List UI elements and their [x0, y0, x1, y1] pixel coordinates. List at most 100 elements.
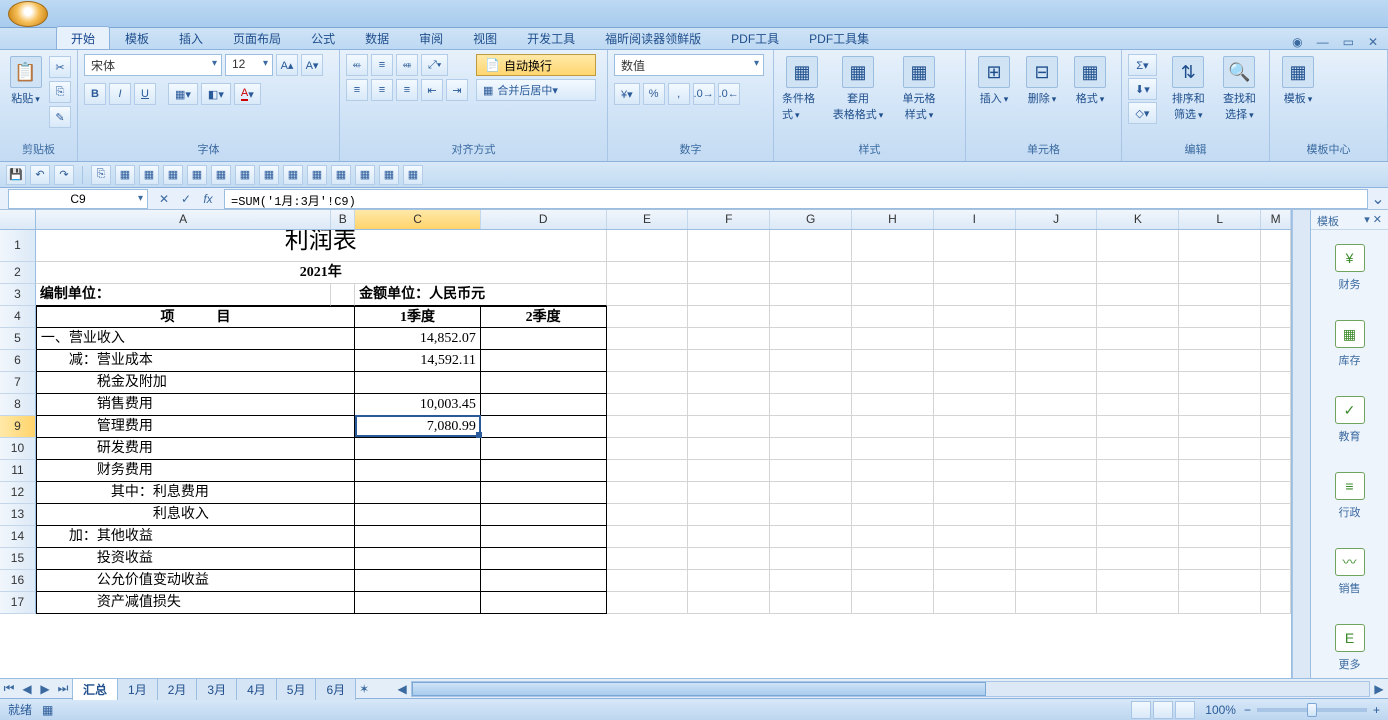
cell-F7[interactable] — [688, 372, 770, 394]
cell-J13[interactable] — [1016, 504, 1098, 526]
cell-L14[interactable] — [1179, 526, 1261, 548]
cell-H7[interactable] — [852, 372, 934, 394]
cell-C11[interactable] — [355, 460, 481, 482]
orientation-button[interactable]: ⤢▾ — [421, 54, 448, 76]
cell-G5[interactable] — [770, 328, 852, 350]
view-normal-button[interactable] — [1131, 701, 1151, 719]
cell-I16[interactable] — [934, 570, 1016, 592]
cell-D12[interactable] — [481, 482, 607, 504]
cell-H6[interactable] — [852, 350, 934, 372]
cell-M4[interactable] — [1261, 306, 1291, 328]
cell-G6[interactable] — [770, 350, 852, 372]
cell-H14[interactable] — [852, 526, 934, 548]
cell-L9[interactable] — [1179, 416, 1261, 438]
cell-I4[interactable] — [934, 306, 1016, 328]
name-box[interactable]: C9 — [8, 189, 148, 209]
cell-D15[interactable] — [481, 548, 607, 570]
tab-插入[interactable]: 插入 — [164, 26, 218, 49]
column-header-H[interactable]: H — [852, 210, 934, 229]
cell-C15[interactable] — [355, 548, 481, 570]
cell-E7[interactable] — [607, 372, 689, 394]
wrap-text-button[interactable]: 📄 自动换行 — [476, 54, 596, 76]
qat-btn-7[interactable]: ▦ — [235, 165, 255, 185]
indent-increase-button[interactable]: ⇥ — [446, 79, 468, 101]
cell-M5[interactable] — [1261, 328, 1291, 350]
column-header-L[interactable]: L — [1179, 210, 1261, 229]
cell-styles-button[interactable]: ▦单元格 样式 — [892, 54, 946, 124]
comma-button[interactable]: , — [668, 83, 690, 105]
cell-H17[interactable] — [852, 592, 934, 614]
template-item-更多[interactable]: E更多 — [1311, 610, 1388, 686]
cell-K5[interactable] — [1097, 328, 1179, 350]
cell-M17[interactable] — [1261, 592, 1291, 614]
cell-M8[interactable] — [1261, 394, 1291, 416]
border-button[interactable]: ▦▾ — [168, 83, 198, 105]
cell-F5[interactable] — [688, 328, 770, 350]
cell-A12[interactable]: 其中：利息费用 — [36, 482, 355, 504]
cell-E11[interactable] — [607, 460, 689, 482]
bold-button[interactable]: B — [84, 83, 106, 105]
paste-button[interactable]: 📋 粘贴 — [6, 54, 45, 108]
cell-M14[interactable] — [1261, 526, 1291, 548]
sheet-nav-next[interactable]: ▶ — [36, 682, 54, 696]
cancel-formula-icon[interactable]: ✕ — [154, 189, 174, 209]
cell-H13[interactable] — [852, 504, 934, 526]
cell-A5[interactable]: 一、营业收入 — [36, 328, 355, 350]
cell-D7[interactable] — [481, 372, 607, 394]
tab-福昕阅读器领鲜版[interactable]: 福昕阅读器领鲜版 — [590, 26, 716, 49]
cell-H11[interactable] — [852, 460, 934, 482]
cell-M9[interactable] — [1261, 416, 1291, 438]
cell-F16[interactable] — [688, 570, 770, 592]
enter-formula-icon[interactable]: ✓ — [176, 189, 196, 209]
cell-M3[interactable] — [1261, 284, 1291, 306]
vertical-scrollbar[interactable] — [1292, 210, 1310, 678]
cell-F14[interactable] — [688, 526, 770, 548]
format-painter-button[interactable]: ✎ — [49, 106, 71, 128]
column-header-K[interactable]: K — [1097, 210, 1179, 229]
cell-E4[interactable] — [607, 306, 689, 328]
cell-L6[interactable] — [1179, 350, 1261, 372]
cell-K15[interactable] — [1097, 548, 1179, 570]
column-header-B[interactable]: B — [331, 210, 355, 229]
row-header-10[interactable]: 10 — [0, 438, 36, 460]
cell-F11[interactable] — [688, 460, 770, 482]
cell-J12[interactable] — [1016, 482, 1098, 504]
tab-模板[interactable]: 模板 — [110, 26, 164, 49]
cell-I14[interactable] — [934, 526, 1016, 548]
row-header-11[interactable]: 11 — [0, 460, 36, 482]
cell-G14[interactable] — [770, 526, 852, 548]
cell-G3[interactable] — [770, 284, 852, 306]
row-header-3[interactable]: 3 — [0, 284, 36, 306]
cell-A17[interactable]: 资产减值损失 — [36, 592, 355, 614]
minimize-icon[interactable]: — — [1317, 35, 1329, 49]
template-item-行政[interactable]: ≡行政 — [1311, 458, 1388, 534]
qat-btn-8[interactable]: ▦ — [259, 165, 279, 185]
cell-J2[interactable] — [1016, 262, 1098, 284]
cell-F10[interactable] — [688, 438, 770, 460]
qat-btn-9[interactable]: ▦ — [283, 165, 303, 185]
cell-I13[interactable] — [934, 504, 1016, 526]
cell-G4[interactable] — [770, 306, 852, 328]
align-left-button[interactable]: ≡ — [346, 79, 368, 101]
cell-L17[interactable] — [1179, 592, 1261, 614]
cell-K4[interactable] — [1097, 306, 1179, 328]
cell-I6[interactable] — [934, 350, 1016, 372]
row-header-14[interactable]: 14 — [0, 526, 36, 548]
autosum-button[interactable]: Σ▾ — [1128, 54, 1157, 76]
cell-G9[interactable] — [770, 416, 852, 438]
cell-C8[interactable]: 10,003.45 — [355, 394, 481, 416]
column-header-J[interactable]: J — [1016, 210, 1098, 229]
office-button[interactable] — [8, 1, 48, 27]
increase-font-button[interactable]: A▴ — [276, 54, 298, 76]
indent-decrease-button[interactable]: ⇤ — [421, 79, 443, 101]
row-header-7[interactable]: 7 — [0, 372, 36, 394]
cell-J5[interactable] — [1016, 328, 1098, 350]
conditional-format-button[interactable]: ▦条件格式 — [780, 54, 824, 124]
qat-btn-4[interactable]: ▦ — [163, 165, 183, 185]
cell-C17[interactable] — [355, 592, 481, 614]
cell-G10[interactable] — [770, 438, 852, 460]
sheet-nav-first[interactable]: ⏮ — [0, 681, 18, 696]
cell-K17[interactable] — [1097, 592, 1179, 614]
cell-F6[interactable] — [688, 350, 770, 372]
cell-A10[interactable]: 研发费用 — [36, 438, 355, 460]
